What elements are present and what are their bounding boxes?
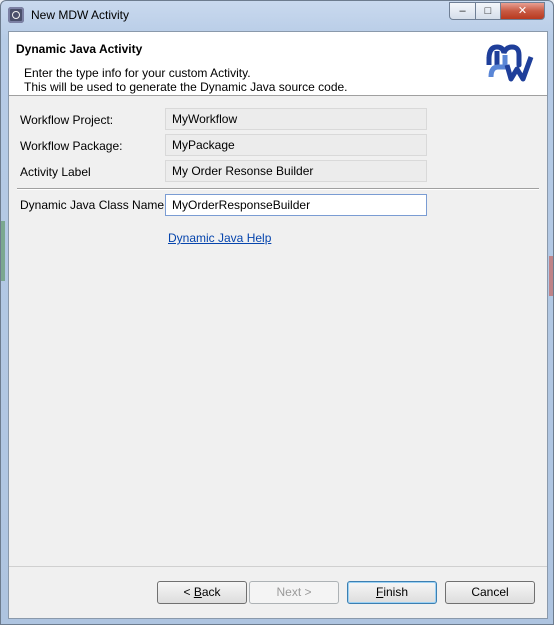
dynamic-java-help-link[interactable]: Dynamic Java Help xyxy=(168,231,271,245)
back-button-rest: ack xyxy=(201,585,221,599)
workflow-package-field: MyPackage xyxy=(165,134,427,156)
class-name-label: Dynamic Java Class Name: xyxy=(20,198,168,212)
workflow-package-label: Workflow Package: xyxy=(20,139,123,153)
close-button[interactable]: ✕ xyxy=(500,2,545,20)
activity-label-label: Activity Label xyxy=(20,165,91,179)
background-window-edge-right xyxy=(549,256,553,296)
mdw-logo-icon xyxy=(486,42,536,82)
footer-separator xyxy=(9,566,547,567)
cancel-button[interactable]: Cancel xyxy=(445,581,535,604)
back-button-mnemonic: B xyxy=(193,585,202,599)
section-separator xyxy=(17,188,539,190)
app-icon xyxy=(8,7,24,23)
workflow-project-label: Workflow Project: xyxy=(20,113,114,127)
back-button[interactable]: < Back xyxy=(157,581,247,604)
class-name-input[interactable] xyxy=(165,194,427,216)
maximize-button[interactable]: □ xyxy=(475,2,501,20)
window-title: New MDW Activity xyxy=(31,8,130,22)
dialog-window: New MDW Activity – □ ✕ Dynamic Java Acti… xyxy=(0,0,554,625)
banner-title: Dynamic Java Activity xyxy=(16,42,143,56)
banner-description-line-1: Enter the type info for your custom Acti… xyxy=(24,66,251,80)
close-icon: ✕ xyxy=(517,5,528,17)
banner-description: Enter the type info for your custom Acti… xyxy=(24,66,348,94)
next-button[interactable]: Next > xyxy=(249,581,339,604)
maximize-icon: □ xyxy=(484,5,492,17)
activity-label-field: My Order Resonse Builder xyxy=(165,160,427,182)
minimize-button[interactable]: – xyxy=(449,2,476,20)
back-button-prefix: < xyxy=(183,585,194,599)
dialog-content: Dynamic Java Activity Enter the type inf… xyxy=(8,31,548,619)
finish-button-rest: inish xyxy=(383,585,409,599)
title-bar[interactable]: New MDW Activity – □ ✕ xyxy=(1,1,553,31)
banner-description-line-2: This will be used to generate the Dynami… xyxy=(24,80,348,94)
finish-button[interactable]: Finish xyxy=(347,581,437,604)
minimize-icon: – xyxy=(459,5,466,17)
workflow-project-field: MyWorkflow xyxy=(165,108,427,130)
background-window-edge-left xyxy=(1,221,5,281)
wizard-banner: Dynamic Java Activity Enter the type inf… xyxy=(9,32,547,96)
